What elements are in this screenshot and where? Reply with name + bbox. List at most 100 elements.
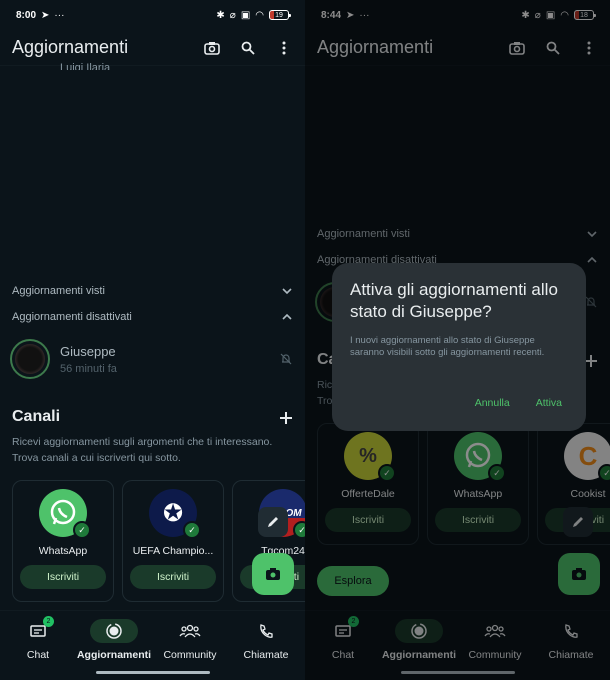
chevron-up-icon bbox=[587, 256, 597, 263]
more-options-icon[interactable] bbox=[580, 39, 598, 57]
whatsapp-logo-icon: ✓ bbox=[454, 432, 506, 482]
channel-card[interactable]: ✪ ✓ UEFA Champio... Iscriviti bbox=[122, 480, 224, 602]
seen-updates-label: Aggiornamenti visti bbox=[12, 285, 105, 297]
sim-off-icon: ▣ bbox=[240, 9, 251, 21]
page-title: Aggiornamenti bbox=[12, 37, 129, 57]
channel-name: UEFA Champio... bbox=[132, 545, 214, 557]
channel-card[interactable]: ✓ WhatsApp Iscriviti bbox=[12, 480, 114, 602]
channel-name: WhatsApp bbox=[453, 488, 503, 500]
verified-icon: ✓ bbox=[183, 521, 201, 539]
community-icon bbox=[166, 619, 214, 643]
camera-icon[interactable] bbox=[203, 39, 221, 57]
status-bar: 8:00 ➤ ··· ✱ ⌀ ▣ ◠ 19 bbox=[0, 0, 305, 30]
status-time: 8:00 bbox=[16, 9, 37, 21]
screen-updates-dialog: 8:44 ➤ ··· ✱ ⌀ ▣ ◠ 18 Aggiornamenti Aggi… bbox=[305, 0, 610, 680]
status-item-giuseppe[interactable]: Giuseppe 56 minuti fa bbox=[10, 339, 293, 379]
nav-chat[interactable]: 2 Chat bbox=[0, 616, 76, 661]
status-peek: Luigi Ilaria bbox=[12, 62, 110, 70]
bottom-navigation: 2 Chat Aggiornamenti Community Chiamate bbox=[305, 610, 610, 680]
search-icon[interactable] bbox=[544, 39, 562, 57]
seen-updates-header[interactable]: Aggiornamenti visti bbox=[12, 285, 293, 297]
pencil-icon[interactable] bbox=[258, 507, 288, 537]
status-time-ago: 56 minuti fa bbox=[60, 362, 117, 375]
muted-updates-header[interactable]: Aggiornamenti disattivati bbox=[12, 311, 293, 323]
nav-label: Community bbox=[163, 649, 217, 661]
muted-updates-label: Aggiornamenti disattivati bbox=[12, 311, 132, 323]
avatar bbox=[10, 339, 50, 379]
status-bar: 8:44 ➤ ··· ✱ ⌀ ▣ ◠ 18 bbox=[305, 0, 610, 30]
whatsapp-logo-icon: ✓ bbox=[39, 489, 91, 539]
add-channel-icon[interactable] bbox=[584, 354, 598, 368]
updates-icon bbox=[90, 619, 138, 643]
phone-icon bbox=[547, 619, 595, 643]
nav-label: Community bbox=[468, 649, 522, 661]
more-options-icon[interactable] bbox=[275, 39, 293, 57]
subscribe-button[interactable]: Iscriviti bbox=[325, 508, 411, 532]
home-indicator[interactable] bbox=[401, 671, 515, 674]
channel-card[interactable]: % ✓ OfferteDale Iscriviti bbox=[317, 423, 419, 545]
dialog-title: Attiva gli aggiornamenti allo stato di G… bbox=[350, 280, 558, 321]
telegram-icon: ➤ bbox=[346, 9, 355, 21]
channels-title: Canali bbox=[12, 408, 61, 425]
subscribe-button[interactable]: Iscriviti bbox=[435, 508, 521, 532]
verified-icon: ✓ bbox=[598, 464, 610, 482]
channel-name: Cookist bbox=[570, 488, 606, 500]
nav-calls[interactable]: Chiamate bbox=[533, 619, 609, 661]
alarm-off-icon: ⌀ bbox=[534, 9, 541, 21]
pencil-icon[interactable] bbox=[563, 507, 593, 537]
nav-chat[interactable]: 2 Chat bbox=[305, 616, 381, 661]
nav-label: Chat bbox=[331, 649, 355, 661]
muted-bell-icon bbox=[585, 296, 597, 308]
more-notifications-icon: ··· bbox=[54, 9, 65, 21]
explore-button[interactable]: Esplora bbox=[317, 566, 389, 596]
nav-updates[interactable]: Aggiornamenti bbox=[381, 619, 457, 661]
battery-icon: 18 bbox=[574, 10, 596, 20]
chat-icon: 2 bbox=[319, 616, 367, 643]
chat-icon: 2 bbox=[14, 616, 62, 643]
camera-icon[interactable] bbox=[508, 39, 526, 57]
nav-community[interactable]: Community bbox=[152, 619, 228, 661]
add-channel-icon[interactable] bbox=[279, 411, 293, 425]
app-bar: Aggiornamenti bbox=[305, 30, 610, 66]
subscribe-button[interactable]: Iscriviti bbox=[20, 565, 106, 589]
channel-name: WhatsApp bbox=[38, 545, 88, 557]
contact-name: Giuseppe bbox=[60, 343, 116, 359]
camera-icon bbox=[572, 568, 586, 580]
wifi-icon: ◠ bbox=[560, 9, 569, 21]
nav-label: Aggiornamenti bbox=[76, 649, 152, 661]
nav-updates[interactable]: Aggiornamenti bbox=[76, 619, 152, 661]
muted-bell-icon bbox=[280, 353, 292, 365]
status-time: 8:44 bbox=[321, 9, 342, 21]
peek-name: Luigi Ilaria bbox=[60, 62, 111, 70]
confirm-button[interactable]: Attiva bbox=[536, 397, 562, 409]
home-indicator[interactable] bbox=[96, 671, 210, 674]
seen-updates-header[interactable]: Aggiornamenti visti bbox=[317, 228, 598, 240]
verified-icon: ✓ bbox=[293, 521, 305, 539]
alarm-off-icon: ⌀ bbox=[229, 9, 236, 21]
camera-fab[interactable] bbox=[252, 553, 294, 595]
offertedale-logo-icon: % ✓ bbox=[344, 432, 396, 482]
chevron-down-icon bbox=[282, 288, 292, 295]
telegram-icon: ➤ bbox=[41, 9, 50, 21]
wifi-icon: ◠ bbox=[255, 9, 264, 21]
camera-icon bbox=[266, 568, 280, 580]
dialog-message: I nuovi aggiornamenti allo stato di Gius… bbox=[350, 335, 545, 358]
unread-badge: 2 bbox=[43, 616, 54, 627]
subscribe-button[interactable]: Iscriviti bbox=[130, 565, 216, 589]
chevron-down-icon bbox=[587, 231, 597, 238]
nav-label: Chat bbox=[26, 649, 50, 661]
verified-icon: ✓ bbox=[488, 464, 506, 482]
search-icon[interactable] bbox=[239, 39, 257, 57]
nav-community[interactable]: Community bbox=[457, 619, 533, 661]
nav-calls[interactable]: Chiamate bbox=[228, 619, 304, 661]
seen-updates-label: Aggiornamenti visti bbox=[317, 228, 410, 240]
phone-icon bbox=[242, 619, 290, 643]
camera-fab[interactable] bbox=[558, 553, 600, 595]
uefa-logo-icon: ✪ ✓ bbox=[149, 489, 201, 539]
enable-status-updates-dialog: Attiva gli aggiornamenti allo stato di G… bbox=[332, 263, 586, 431]
channel-card[interactable]: ✓ WhatsApp Iscriviti bbox=[427, 423, 529, 545]
channels-description: Ricevi aggiornamenti sugli argomenti che… bbox=[12, 436, 273, 464]
cancel-button[interactable]: Annulla bbox=[475, 397, 510, 409]
bottom-navigation: 2 Chat Aggiornamenti Community Chiamate bbox=[0, 610, 305, 680]
bluetooth-icon: ✱ bbox=[521, 9, 530, 21]
